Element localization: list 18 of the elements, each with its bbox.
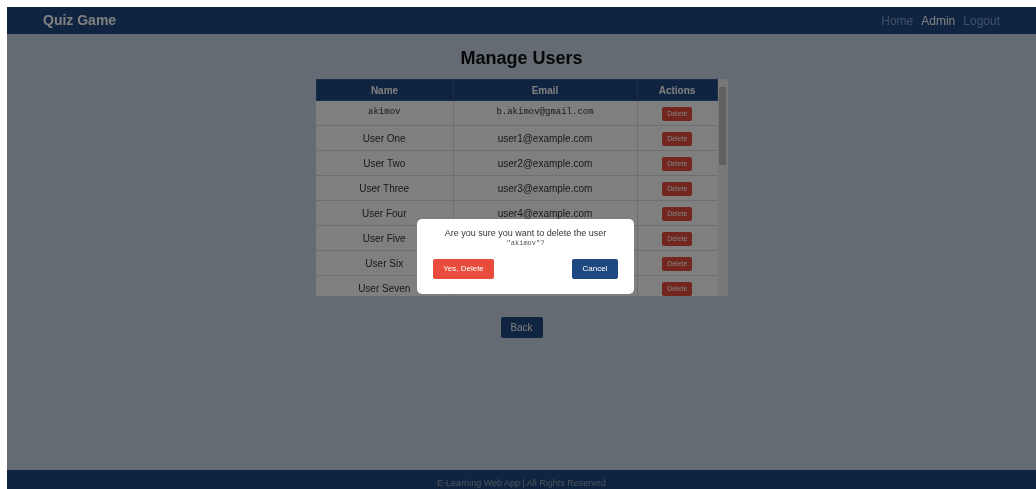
column-header: Email [453,79,637,101]
confirm-delete-button[interactable]: Yes, Delete [433,259,494,279]
table-cell: User Two [316,150,453,176]
table-cell: User Three [316,175,453,201]
table-cell: user1@example.com [453,125,637,151]
table-cell: akimov [316,100,453,126]
table-cell: user3@example.com [453,175,637,201]
column-header: Actions [637,79,717,101]
table-cell: User One [316,125,453,151]
nav-link[interactable]: Admin [921,11,956,30]
cancel-button[interactable]: Cancel [572,259,618,279]
scrollbar[interactable] [717,79,728,296]
table-cell: b.akimov@gmail.com [453,100,637,126]
page-title: Manage Users [460,47,583,70]
column-header: Name [316,79,453,101]
brand-title: Quiz Game [43,11,117,30]
table-cell: user2@example.com [453,150,637,176]
back-button[interactable]: Back [500,317,543,338]
